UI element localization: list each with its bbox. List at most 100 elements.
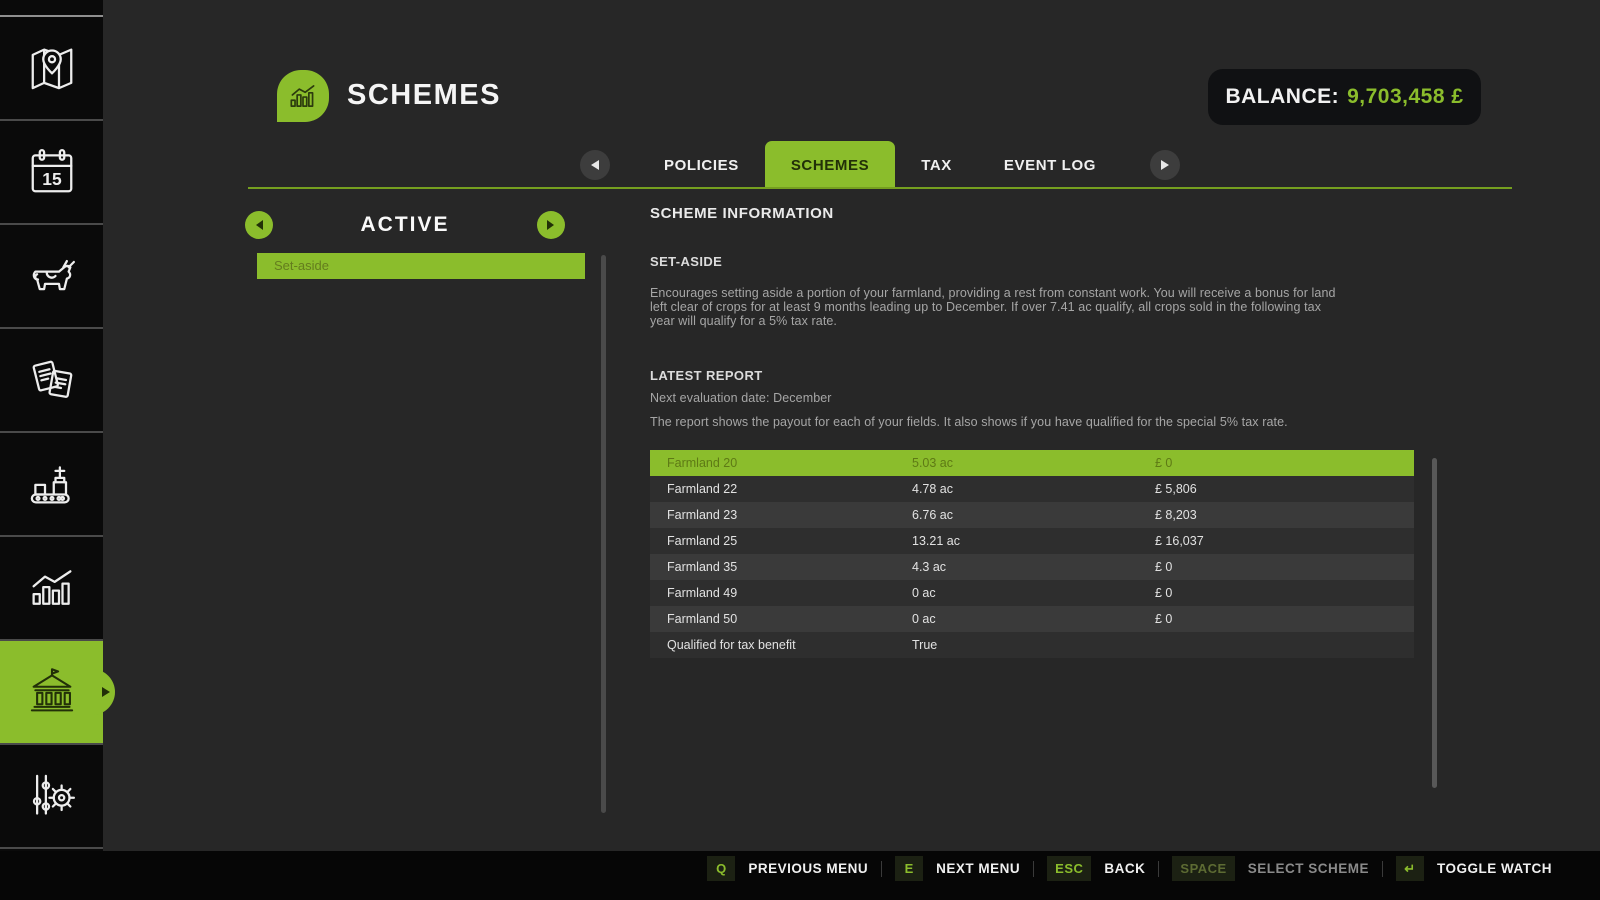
report-table-row[interactable]: Farmland 236.76 ac£ 8,203	[650, 502, 1414, 528]
report-cell-payout: £ 0	[1155, 560, 1414, 574]
bank-icon	[24, 664, 80, 720]
key-badge: E	[895, 856, 923, 881]
chart-icon	[24, 560, 80, 616]
report-table-row[interactable]: Farmland 2513.21 ac£ 16,037	[650, 528, 1414, 554]
active-panel-title: ACTIVE	[360, 213, 449, 237]
sidebar-item-finances[interactable]	[0, 641, 103, 745]
game-menu-screen: 15 SCHEMES BALANCE: 9,703,458 £ POLICIES…	[0, 0, 1600, 900]
latest-report-heading: LATEST REPORT	[650, 368, 763, 383]
hotkey-separator	[1033, 861, 1034, 877]
tab-policies[interactable]: POLICIES	[638, 141, 765, 189]
production-icon	[24, 456, 80, 512]
report-cell-field: Farmland 23	[650, 508, 912, 522]
report-cell-value: 13.21 ac	[912, 534, 1155, 548]
tab-underline	[248, 187, 1512, 189]
page-title: SCHEMES	[347, 79, 501, 112]
bar-chart-trend-icon	[286, 79, 320, 113]
hotkey-label: PREVIOUS MENU	[748, 861, 868, 876]
active-panel-header: ACTIVE	[245, 211, 565, 239]
report-cell-payout: £ 16,037	[1155, 534, 1414, 548]
schemes-page-icon	[277, 70, 329, 122]
report-scrollbar[interactable]	[1432, 458, 1437, 788]
arrow-right-icon	[102, 687, 110, 697]
report-cell-field: Farmland 49	[650, 586, 912, 600]
tabs-next-button[interactable]	[1150, 150, 1180, 180]
sidebar-item-calendar[interactable]: 15	[0, 121, 103, 225]
report-cell-value: True	[912, 638, 1155, 652]
report-table-row[interactable]: Farmland 500 ac£ 0	[650, 606, 1414, 632]
next-evaluation-text: Next evaluation date: December	[650, 391, 832, 405]
arrow-left-icon	[256, 220, 263, 230]
arrow-right-icon	[1161, 160, 1169, 170]
tab-bar: POLICIESSCHEMESTAXEVENT LOG	[248, 141, 1512, 189]
balance-label: BALANCE:	[1225, 85, 1339, 109]
report-table-row[interactable]: Farmland 354.3 ac£ 0	[650, 554, 1414, 580]
report-cell-field: Farmland 35	[650, 560, 912, 574]
scheme-list-item[interactable]: Set-aside	[257, 253, 585, 279]
arrow-left-icon	[591, 160, 599, 170]
report-cell-value: 0 ac	[912, 586, 1155, 600]
report-cell-value: 6.76 ac	[912, 508, 1155, 522]
hotkey-next-menu: E NEXT MENU	[895, 856, 1020, 881]
hotkey-label: TOGGLE WATCH	[1437, 861, 1552, 876]
report-cell-value: 4.78 ac	[912, 482, 1155, 496]
scheme-list-scrollbar[interactable]	[601, 255, 606, 813]
active-item-notch	[92, 669, 115, 715]
report-table-row[interactable]: Farmland 490 ac£ 0	[650, 580, 1414, 606]
report-cell-payout: £ 0	[1155, 612, 1414, 626]
calendar-icon: 15	[24, 144, 80, 200]
report-table-row[interactable]: Farmland 224.78 ac£ 5,806	[650, 476, 1414, 502]
hotkey-label: NEXT MENU	[936, 861, 1020, 876]
sidebar-item-map[interactable]	[0, 17, 103, 121]
report-cell-field: Farmland 25	[650, 534, 912, 548]
scheme-name-heading: SET-ASIDE	[650, 254, 722, 269]
sidebar-item-animals[interactable]	[0, 225, 103, 329]
report-cell-field: Farmland 50	[650, 612, 912, 626]
scheme-info-title: SCHEME INFORMATION	[650, 205, 834, 222]
sidebar-nav: 15	[0, 0, 103, 851]
hotkey-separator	[1382, 861, 1383, 877]
report-cell-value: 0 ac	[912, 612, 1155, 626]
hotkey-back: ESC BACK	[1047, 856, 1145, 881]
hotkey-separator	[1158, 861, 1159, 877]
tab-tax[interactable]: TAX	[895, 141, 978, 189]
report-note-text: The report shows the payout for each of …	[650, 415, 1288, 429]
tab-list: POLICIESSCHEMESTAXEVENT LOG	[638, 141, 1122, 189]
tab-schemes[interactable]: SCHEMES	[765, 141, 895, 189]
cow-icon	[24, 248, 80, 304]
report-cell-value: 4.3 ac	[912, 560, 1155, 574]
report-cell-payout: £ 5,806	[1155, 482, 1414, 496]
sidebar-item-settings[interactable]	[0, 745, 103, 849]
active-next-button[interactable]	[537, 211, 565, 239]
report-cell-field: Qualified for tax benefit	[650, 638, 912, 652]
report-table-row[interactable]: Qualified for tax benefitTrue	[650, 632, 1414, 658]
hotkey-bar: Q PREVIOUS MENU E NEXT MENU ESC BACK SPACE SELE…	[0, 851, 1600, 900]
tabs-prev-button[interactable]	[580, 150, 610, 180]
report-cell-payout: £ 8,203	[1155, 508, 1414, 522]
scheme-description: Encourages setting aside a portion of yo…	[650, 286, 1340, 328]
hotkey-select-scheme: SPACE SELECT SCHEME	[1172, 856, 1369, 881]
hotkey-previous-menu: Q PREVIOUS MENU	[707, 856, 868, 881]
key-badge: SPACE	[1172, 856, 1234, 881]
key-badge: Q	[707, 856, 735, 881]
hotkey-label: SELECT SCHEME	[1248, 861, 1369, 876]
balance-value: 9,703,458 £	[1347, 85, 1463, 109]
hotkey-label: BACK	[1104, 861, 1145, 876]
map-icon	[24, 40, 80, 96]
tab-event-log[interactable]: EVENT LOG	[978, 141, 1122, 189]
scheme-list: Set-aside	[257, 253, 585, 279]
sidebar-item-contracts[interactable]	[0, 329, 103, 433]
report-cell-payout: £ 0	[1155, 456, 1414, 470]
active-prev-button[interactable]	[245, 211, 273, 239]
documents-icon	[24, 352, 80, 408]
key-badge: ESC	[1047, 856, 1091, 881]
settings-icon	[24, 768, 80, 824]
hotkey-separator	[881, 861, 882, 877]
report-cell-payout: £ 0	[1155, 586, 1414, 600]
report-cell-field: Farmland 20	[650, 456, 912, 470]
sidebar-item-production[interactable]	[0, 433, 103, 537]
report-cell-field: Farmland 22	[650, 482, 912, 496]
report-table-row[interactable]: Farmland 205.03 ac£ 0	[650, 450, 1414, 476]
sidebar-item-statistics[interactable]	[0, 537, 103, 641]
key-badge: ↵	[1396, 856, 1424, 881]
